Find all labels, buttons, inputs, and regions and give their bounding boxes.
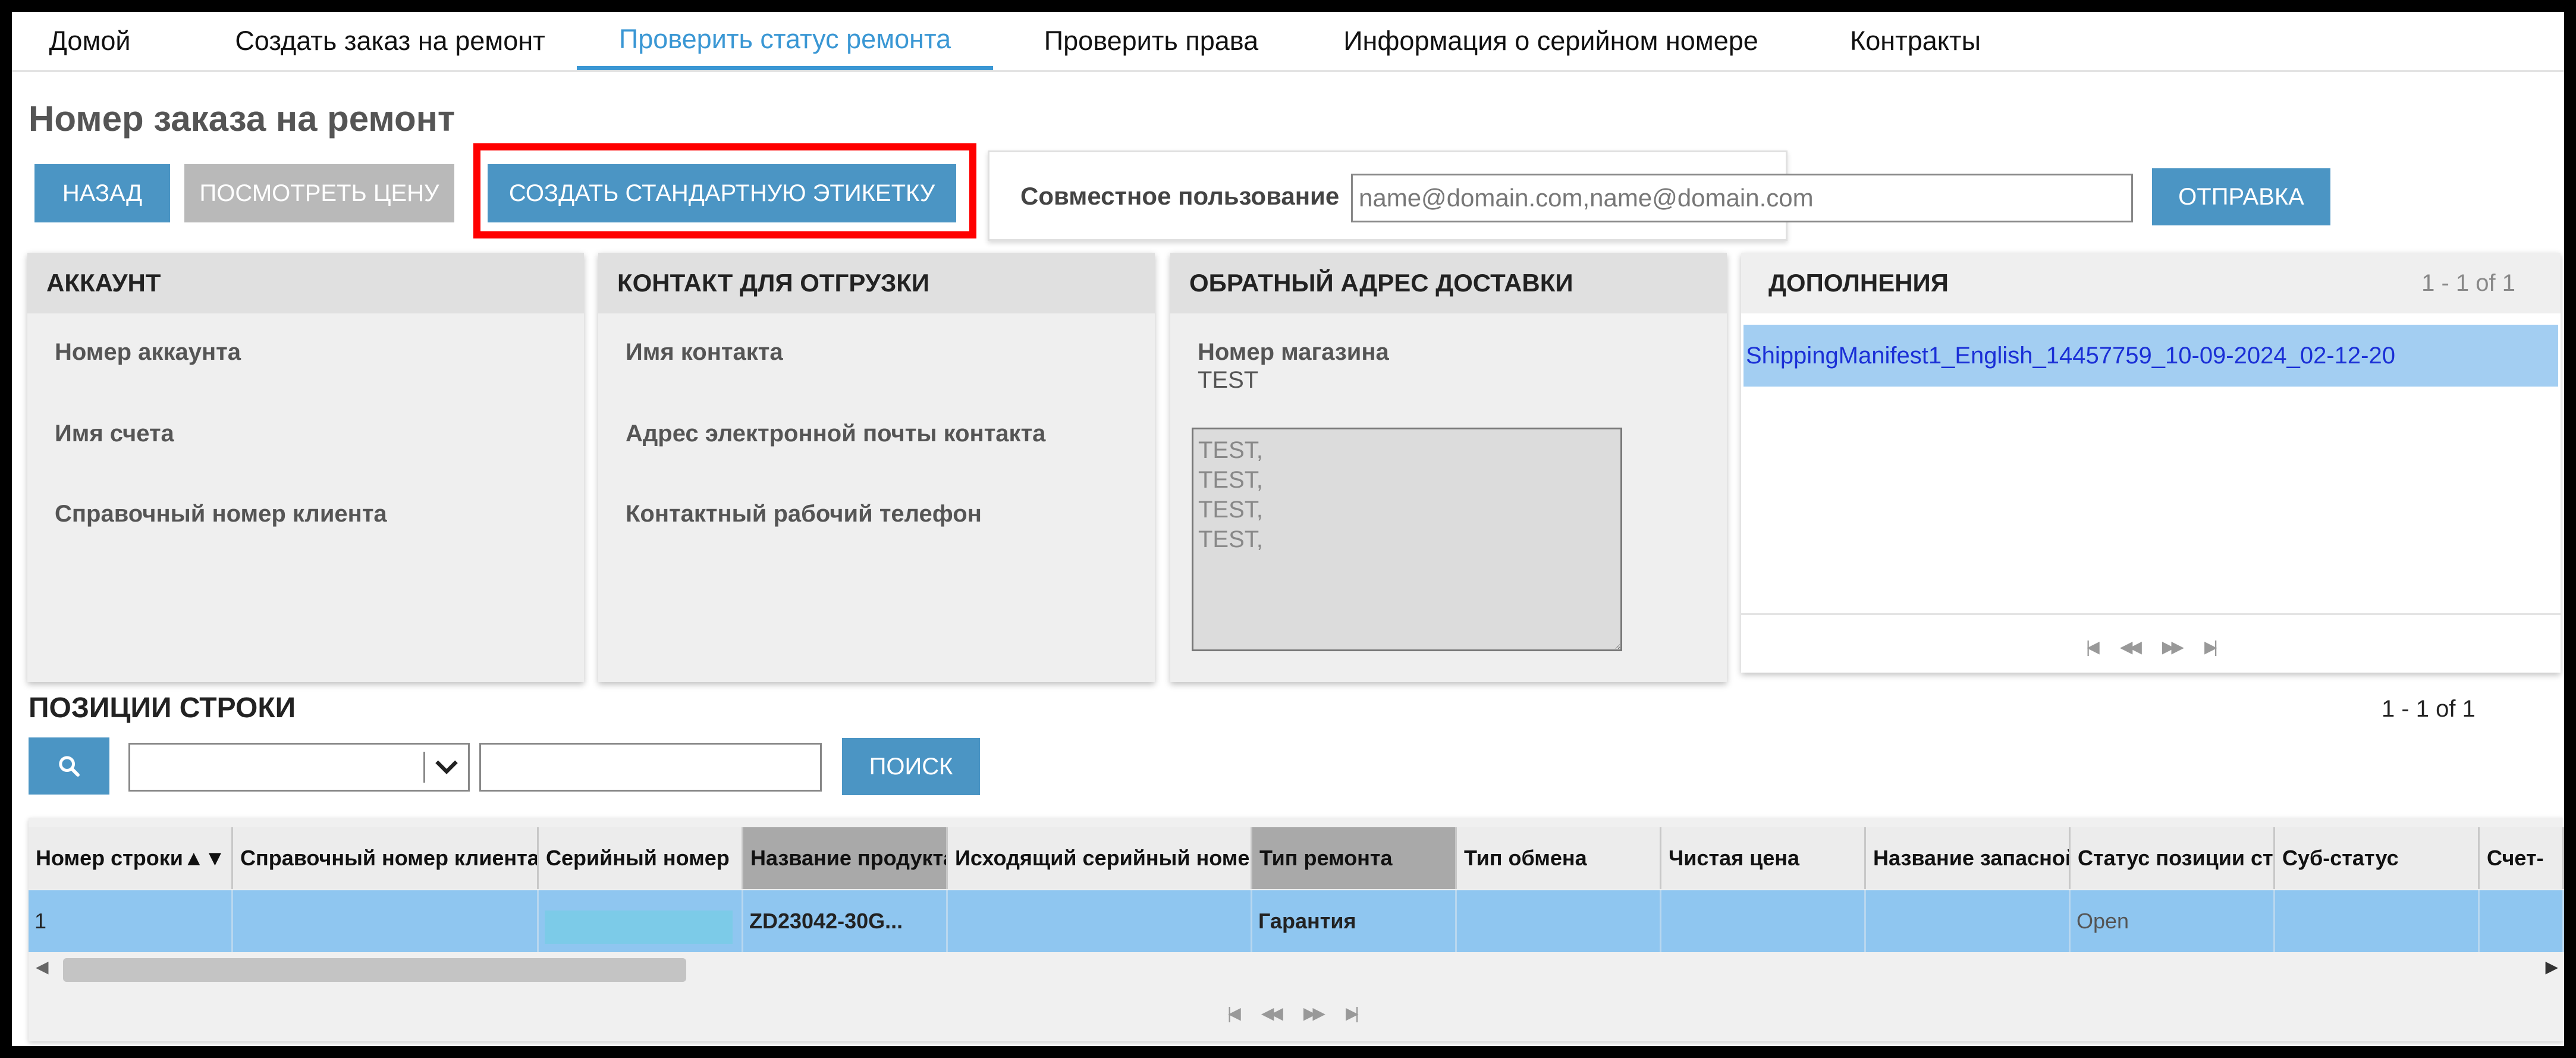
store-number-value: TEST bbox=[1198, 367, 1259, 393]
column-header-net-price[interactable]: Чистая цена bbox=[1661, 827, 1866, 889]
cell-invoice bbox=[2480, 890, 2564, 952]
nav-check-repair-status[interactable]: Проверить статус ремонта bbox=[577, 12, 993, 70]
nav-contracts[interactable]: Контракты bbox=[1829, 12, 2002, 70]
return-address-card: ОБРАТНЫЙ АДРЕС ДОСТАВКИ Номер магазина T… bbox=[1170, 253, 1727, 682]
search-button[interactable]: ПОИСК bbox=[842, 738, 980, 795]
column-header-line-status[interactable]: Статус позиции ст bbox=[2071, 827, 2275, 889]
scroll-right-icon[interactable]: ▶ bbox=[2545, 957, 2558, 977]
return-address-card-title: ОБРАТНЫЙ АДРЕС ДОСТАВКИ bbox=[1170, 253, 1727, 313]
cell-exchange-type bbox=[1457, 890, 1661, 952]
contact-name-label: Имя контакта bbox=[626, 339, 783, 365]
scroll-left-icon[interactable]: ◀ bbox=[36, 957, 49, 977]
attachments-header: ДОПОЛНЕНИЯ 1 - 1 of 1 bbox=[1741, 253, 2561, 313]
attachments-count: 1 - 1 of 1 bbox=[2421, 269, 2515, 296]
return-address-textarea[interactable]: TEST, TEST, TEST, TEST, bbox=[1192, 428, 1622, 651]
column-header-serial-number[interactable]: Серийный номер bbox=[539, 827, 743, 889]
account-card: АККАУНТ Номер аккаунта Имя счета Справоч… bbox=[27, 253, 584, 682]
cell-product-name: ZD23042-30G... bbox=[743, 890, 948, 952]
column-header-product-name[interactable]: Название продукта bbox=[743, 827, 948, 889]
column-header-repair-type[interactable]: Тип ремонта bbox=[1252, 827, 1457, 889]
shipping-contact-card: КОНТАКТ ДЛЯ ОТГРУЗКИ Имя контакта Адрес … bbox=[598, 253, 1155, 682]
view-price-button[interactable]: ПОСМОТРЕТЬ ЦЕНУ bbox=[184, 164, 454, 222]
next-page-icon[interactable]: ▶▶ bbox=[1303, 1003, 1325, 1023]
column-header-outgoing-serial[interactable]: Исходящий серийный номер bbox=[948, 827, 1252, 889]
highlight-box bbox=[473, 143, 976, 238]
attachments-pager: |◀ ◀◀ ▶▶ ▶| bbox=[2086, 637, 2218, 657]
cell-outgoing-serial bbox=[948, 890, 1252, 952]
app-frame: Домой Создать заказ на ремонт Проверить … bbox=[12, 12, 2564, 1046]
contact-email-label: Адрес электронной почты контакта bbox=[626, 420, 1046, 447]
line-items-count: 1 - 1 of 1 bbox=[2382, 696, 2476, 722]
first-page-icon[interactable]: |◀ bbox=[2086, 637, 2100, 657]
column-header-line-number[interactable]: Номер строки ▲▼ bbox=[29, 827, 233, 889]
search-icon bbox=[59, 756, 80, 777]
first-page-icon[interactable]: |◀ bbox=[1227, 1003, 1241, 1023]
next-page-icon[interactable]: ▶▶ bbox=[2162, 637, 2184, 657]
attachments-title: ДОПОЛНЕНИЯ bbox=[1768, 269, 1949, 297]
search-column-select[interactable] bbox=[128, 743, 470, 792]
cell-serial-number bbox=[539, 890, 743, 952]
contact-phone-label: Контактный рабочий телефон bbox=[626, 501, 982, 527]
prev-page-icon[interactable]: ◀◀ bbox=[1261, 1003, 1283, 1023]
nav-check-entitlement[interactable]: Проверить права bbox=[1026, 12, 1276, 70]
shipping-contact-card-title: КОНТАКТ ДЛЯ ОТГРУЗКИ bbox=[598, 253, 1155, 313]
cell-line-status: Open bbox=[2071, 890, 2275, 952]
top-nav: Домой Создать заказ на ремонт Проверить … bbox=[12, 12, 2564, 72]
page-title: Номер заказа на ремонт bbox=[29, 99, 455, 139]
chevron-down-icon bbox=[435, 760, 458, 774]
share-label: Совместное пользование bbox=[1020, 182, 1340, 210]
column-header-invoice[interactable]: Счет- bbox=[2480, 827, 2564, 889]
store-number-label: Номер магазина bbox=[1198, 339, 1389, 365]
nav-home[interactable]: Домой bbox=[45, 12, 134, 70]
column-header-sub-status[interactable]: Суб-статус bbox=[2275, 827, 2480, 889]
horizontal-scrollbar[interactable]: ◀ ▶ bbox=[29, 952, 2564, 984]
share-email-input[interactable] bbox=[1351, 174, 2133, 222]
column-header-exchange-type[interactable]: Тип обмена bbox=[1457, 827, 1661, 889]
cell-customer-reference bbox=[233, 890, 539, 952]
line-items-grid: Номер строки ▲▼ Справочный номер клиента… bbox=[29, 818, 2564, 1041]
line-items-title: ПОЗИЦИИ СТРОКИ bbox=[29, 692, 296, 724]
account-name-label: Имя счета bbox=[55, 420, 174, 447]
back-button[interactable]: НАЗАД bbox=[34, 164, 170, 222]
nav-serial-number-info[interactable]: Информация о серийном номере bbox=[1319, 12, 1783, 70]
share-submit-button[interactable]: ОТПРАВКА bbox=[2152, 168, 2330, 225]
account-card-title: АККАУНТ bbox=[27, 253, 584, 313]
cell-sub-status bbox=[2275, 890, 2480, 952]
sort-icon[interactable]: ▲▼ bbox=[183, 846, 225, 871]
line-items-pager: |◀ ◀◀ ▶▶ ▶| bbox=[1227, 1003, 1359, 1023]
last-page-icon[interactable]: ▶| bbox=[1346, 1003, 1359, 1023]
nav-create-repair-order[interactable]: Создать заказ на ремонт bbox=[188, 12, 592, 70]
cell-net-price bbox=[1661, 890, 1866, 952]
redacted-block bbox=[545, 911, 733, 944]
line-items-search-input[interactable] bbox=[479, 743, 822, 792]
attachments-panel: ДОПОЛНЕНИЯ 1 - 1 of 1 ShippingManifest1_… bbox=[1741, 253, 2561, 673]
scrollbar-thumb[interactable] bbox=[63, 958, 686, 982]
prev-page-icon[interactable]: ◀◀ bbox=[2120, 637, 2142, 657]
column-header-customer-reference[interactable]: Справочный номер клиента bbox=[233, 827, 539, 889]
attachment-item[interactable]: ShippingManifest1_English_14457759_10-09… bbox=[1743, 325, 2558, 387]
cell-line-number: 1 bbox=[29, 890, 233, 952]
cell-spare-name bbox=[1866, 890, 2071, 952]
share-panel: Совместное пользование ОТПРАВКА bbox=[988, 150, 2330, 241]
customer-reference-label: Справочный номер клиента bbox=[55, 501, 387, 527]
search-icon-button[interactable] bbox=[29, 737, 109, 795]
account-number-label: Номер аккаунта bbox=[55, 339, 241, 365]
column-header-spare-name[interactable]: Название запасной bbox=[1866, 827, 2071, 889]
column-header-label: Номер строки bbox=[36, 846, 183, 870]
cell-repair-type: Гарантия bbox=[1252, 890, 1457, 952]
last-page-icon[interactable]: ▶| bbox=[2204, 637, 2218, 657]
